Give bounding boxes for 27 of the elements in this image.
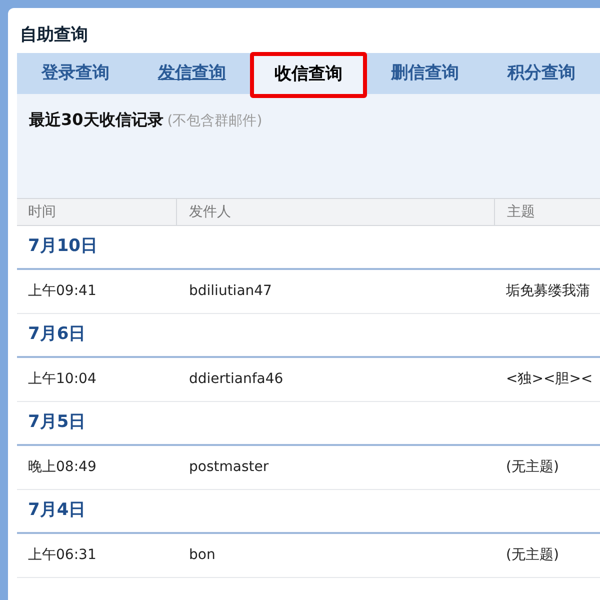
tab[interactable]: 删信查询 (366, 53, 484, 94)
section-heading: 最近30天收信记录 (29, 109, 164, 131)
sender-cell: bdiliutian47 (189, 283, 272, 299)
column-header: 发件人 (189, 202, 231, 222)
subject-cell[interactable]: (无主题) (506, 547, 559, 563)
date-heading: 7月4日 (28, 499, 86, 522)
panel-title: 自助查询 (19, 24, 89, 47)
column-header: 时间 (28, 204, 56, 220)
tab[interactable]: 登录查询 (17, 53, 134, 94)
time-cell: 晚上08:49 (28, 459, 96, 475)
tab[interactable]: 积分查询 (483, 53, 600, 94)
sender-cell: postmaster (189, 459, 269, 475)
time-cell: 上午09:41 (28, 283, 96, 299)
sender-cell: ddiertianfa46 (189, 371, 284, 387)
tab[interactable]: 收信查询 (250, 52, 367, 98)
date-heading: 7月10日 (28, 235, 98, 258)
subject-cell[interactable]: 垢免募缕我蒲 (506, 283, 590, 299)
sender-cell: bon (189, 547, 216, 563)
date-heading: 7月5日 (28, 411, 86, 434)
time-cell: 上午10:04 (28, 371, 96, 387)
section-note: (不包含群邮件) (167, 112, 262, 131)
column-header: 主题 (507, 202, 535, 222)
time-cell: 上午06:31 (28, 547, 96, 563)
subject-cell[interactable]: (无主题) (506, 459, 559, 475)
subject-cell[interactable]: <独><胆>< (506, 371, 593, 387)
tab[interactable]: 发信查询 (134, 53, 250, 94)
date-heading: 7月6日 (28, 323, 86, 346)
